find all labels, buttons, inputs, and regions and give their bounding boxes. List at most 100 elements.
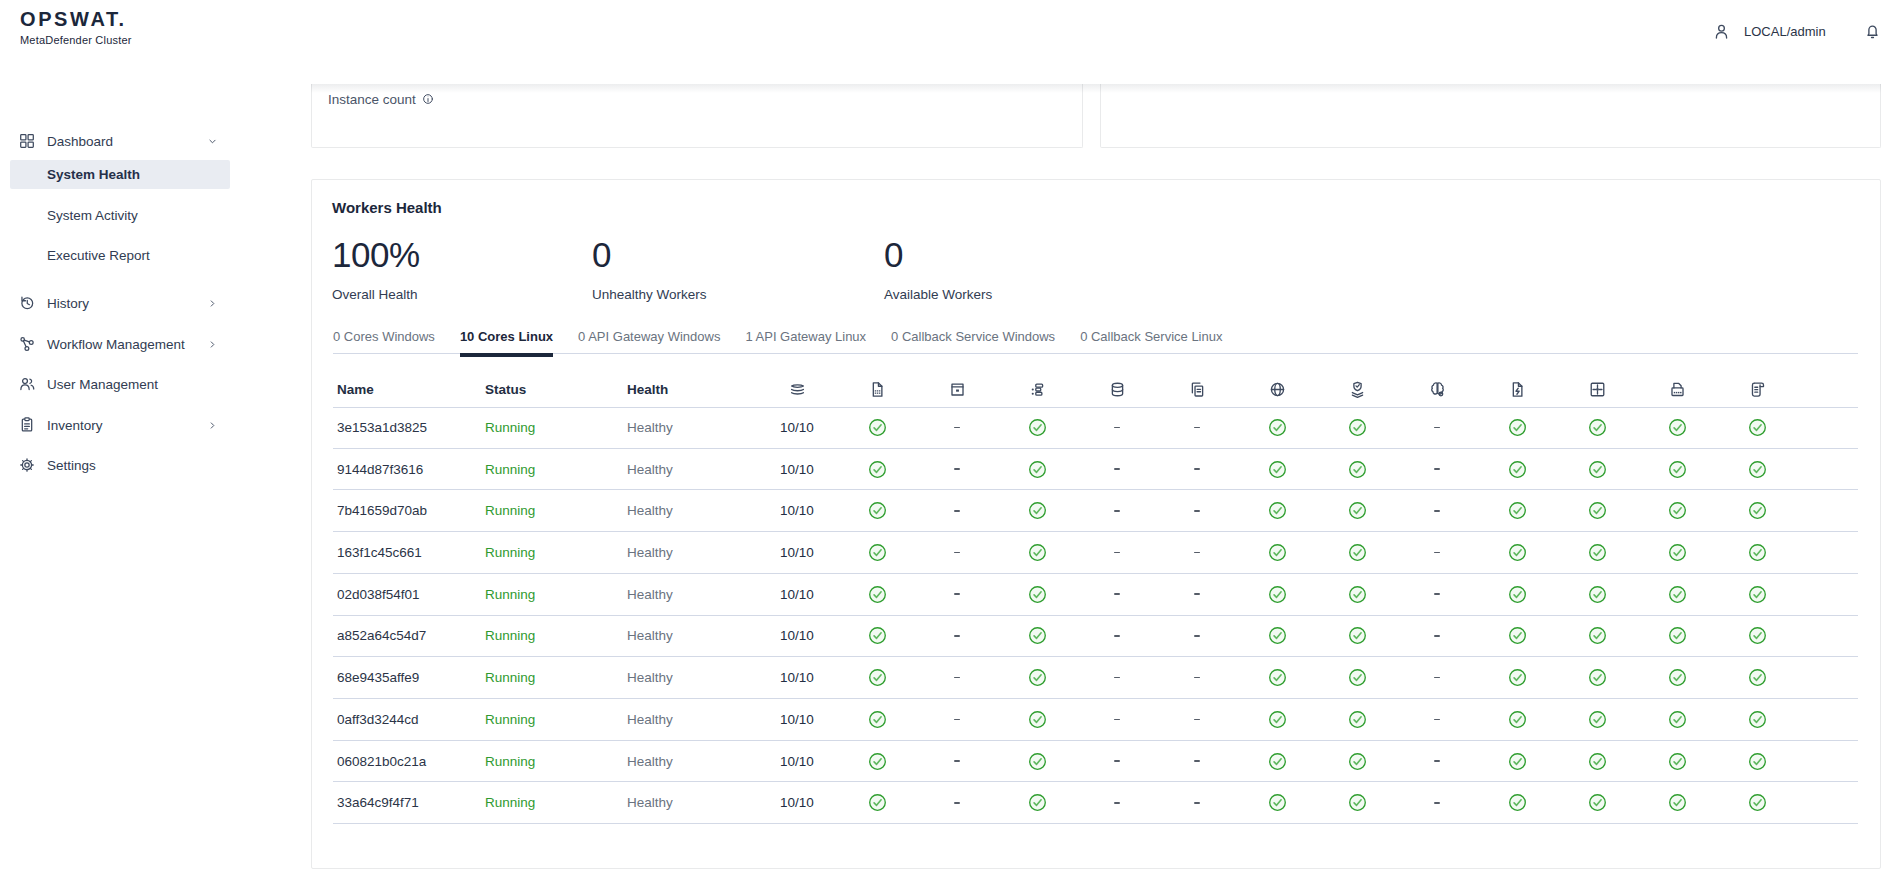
check-circle-icon xyxy=(1028,793,1047,812)
check-circle-icon xyxy=(1348,626,1367,645)
sidebar-item-history[interactable]: History xyxy=(0,290,255,316)
check-circle-icon xyxy=(1588,793,1607,812)
sidebar-item-inventory[interactable]: Inventory xyxy=(0,412,255,438)
cell-service-file-grid xyxy=(945,407,969,448)
dash-icon xyxy=(954,760,960,762)
check-circle-icon xyxy=(1508,752,1527,771)
tab-1-api-gateway-linux[interactable]: 1 API Gateway Linux xyxy=(745,329,866,353)
sidebar-item-user-management[interactable]: User Management xyxy=(0,371,255,397)
dash-icon xyxy=(1114,635,1120,637)
column-header-file-zap xyxy=(1508,380,1527,399)
cell-service-file-zap xyxy=(1585,407,1609,448)
table-row[interactable]: 060821b0c21aRunningHealthy10/10 xyxy=(333,741,1858,783)
history-icon xyxy=(18,294,36,312)
cell-service-copy-pages xyxy=(1265,616,1289,657)
check-circle-icon xyxy=(1348,418,1367,437)
sidebar-item-workflow-management[interactable]: Workflow Management xyxy=(0,331,255,357)
cell-service-globe xyxy=(1345,490,1369,531)
dash-icon xyxy=(954,593,960,595)
sidebar-item-settings[interactable]: Settings xyxy=(0,452,255,478)
table-row[interactable]: 9144d87f3616RunningHealthy10/10 xyxy=(333,449,1858,491)
cell-service-focus-box xyxy=(1665,657,1689,698)
cell-service-file-grid xyxy=(945,449,969,490)
logo-product-name: MetaDefender Cluster xyxy=(20,34,132,46)
sidebar-item-label: Workflow Management xyxy=(47,337,185,352)
cell-service-file-grid xyxy=(945,574,969,615)
cell-service-file-grid xyxy=(945,657,969,698)
cell-service-archive-box xyxy=(1025,616,1049,657)
cell-service-node-list xyxy=(1105,574,1129,615)
table-row[interactable]: 0aff3d3244cdRunningHealthy10/10 xyxy=(333,699,1858,741)
cell-service-node-list xyxy=(1105,407,1129,448)
stat-overall-health: 100% Overall Health xyxy=(332,237,420,273)
table-row[interactable]: 3e153a1d3825RunningHealthy10/10 xyxy=(333,407,1858,449)
check-circle-icon xyxy=(1588,626,1607,645)
column-header-focus-box xyxy=(1588,380,1607,399)
sidebar-item-system-health[interactable]: System Health xyxy=(10,160,230,189)
check-circle-icon xyxy=(1508,418,1527,437)
sidebar-item-executive-report[interactable]: Executive Report xyxy=(0,242,255,268)
cell-service-database xyxy=(1185,532,1209,573)
worker-type-tabs: 0 Cores Windows 10 Cores Linux 0 API Gatew… xyxy=(333,329,1858,354)
tab-0-callback-service-windows[interactable]: 0 Callback Service Windows xyxy=(891,329,1055,353)
cell-service-scanner xyxy=(1745,741,1769,782)
check-circle-icon xyxy=(1028,418,1047,437)
check-circle-icon xyxy=(868,668,887,687)
column-header-brain xyxy=(1428,380,1447,399)
check-circle-icon xyxy=(1668,543,1687,562)
dash-icon xyxy=(1114,510,1120,512)
notifications-button[interactable] xyxy=(1863,21,1882,40)
table-row[interactable]: 68e9435affe9RunningHealthy10/10 xyxy=(333,657,1858,699)
cell-service-shield-layers xyxy=(1425,490,1449,531)
cell-service-layers xyxy=(865,490,889,531)
bell-icon xyxy=(1863,21,1882,40)
cell-service-copy-pages xyxy=(1265,782,1289,823)
archive-box-icon xyxy=(948,380,967,399)
tab-0-callback-service-linux[interactable]: 0 Callback Service Linux xyxy=(1080,329,1222,353)
cell-health: Healthy xyxy=(627,699,673,740)
cell-service-file-zap xyxy=(1585,782,1609,823)
cell-service-globe xyxy=(1345,407,1369,448)
cell-service-layers xyxy=(865,574,889,615)
check-circle-icon xyxy=(1748,501,1767,520)
cell-service-node-list xyxy=(1105,490,1129,531)
table-row[interactable]: 33a64c9f4f71RunningHealthy10/10 xyxy=(333,782,1858,824)
chevron-right-icon xyxy=(206,419,219,432)
info-icon[interactable] xyxy=(421,92,435,106)
tab-0-api-gateway-windows[interactable]: 0 API Gateway Windows xyxy=(578,329,720,353)
cell-service-archive-box xyxy=(1025,741,1049,782)
table-row[interactable]: a852a64c54d7RunningHealthy10/10 xyxy=(333,616,1858,658)
check-circle-icon xyxy=(1268,460,1287,479)
cell-service-focus-box xyxy=(1665,449,1689,490)
check-circle-icon xyxy=(1028,752,1047,771)
check-circle-icon xyxy=(1748,460,1767,479)
file-zap-icon xyxy=(1508,380,1527,399)
user-menu[interactable]: LOCAL/admin xyxy=(1712,22,1826,41)
sidebar-item-system-activity[interactable]: System Activity xyxy=(0,202,255,228)
dash-icon xyxy=(954,677,960,679)
cell-health: Healthy xyxy=(627,657,673,698)
dash-icon xyxy=(1114,552,1120,554)
cell-status: Running xyxy=(485,449,535,490)
check-circle-icon xyxy=(1348,793,1367,812)
sidebar-item-dashboard[interactable]: Dashboard xyxy=(0,128,255,154)
cell-service-file-grid xyxy=(945,616,969,657)
stat-available-workers: 0 Available Workers xyxy=(884,237,903,273)
tab-0-cores-windows[interactable]: 0 Cores Windows xyxy=(333,329,435,353)
table-row[interactable]: 7b41659d70abRunningHealthy10/10 xyxy=(333,490,1858,532)
grid-icon xyxy=(18,132,36,150)
check-circle-icon xyxy=(1668,501,1687,520)
cell-name: 68e9435affe9 xyxy=(337,657,419,698)
tab-10-cores-linux[interactable]: 10 Cores Linux xyxy=(460,329,553,353)
cell-status: Running xyxy=(485,741,535,782)
cell-service-shield-layers xyxy=(1425,407,1449,448)
cell-service-node-list xyxy=(1105,782,1129,823)
column-header-globe xyxy=(1268,380,1287,399)
dash-icon xyxy=(1194,468,1200,470)
table-row[interactable]: 02d038f54f01RunningHealthy10/10 xyxy=(333,574,1858,616)
cell-health: Healthy xyxy=(627,449,673,490)
cell-service-globe xyxy=(1345,782,1369,823)
table-row[interactable]: 163f1c45c661RunningHealthy10/10 xyxy=(333,532,1858,574)
cell-engines: 10/10 xyxy=(765,782,829,823)
info-icon xyxy=(421,92,435,106)
